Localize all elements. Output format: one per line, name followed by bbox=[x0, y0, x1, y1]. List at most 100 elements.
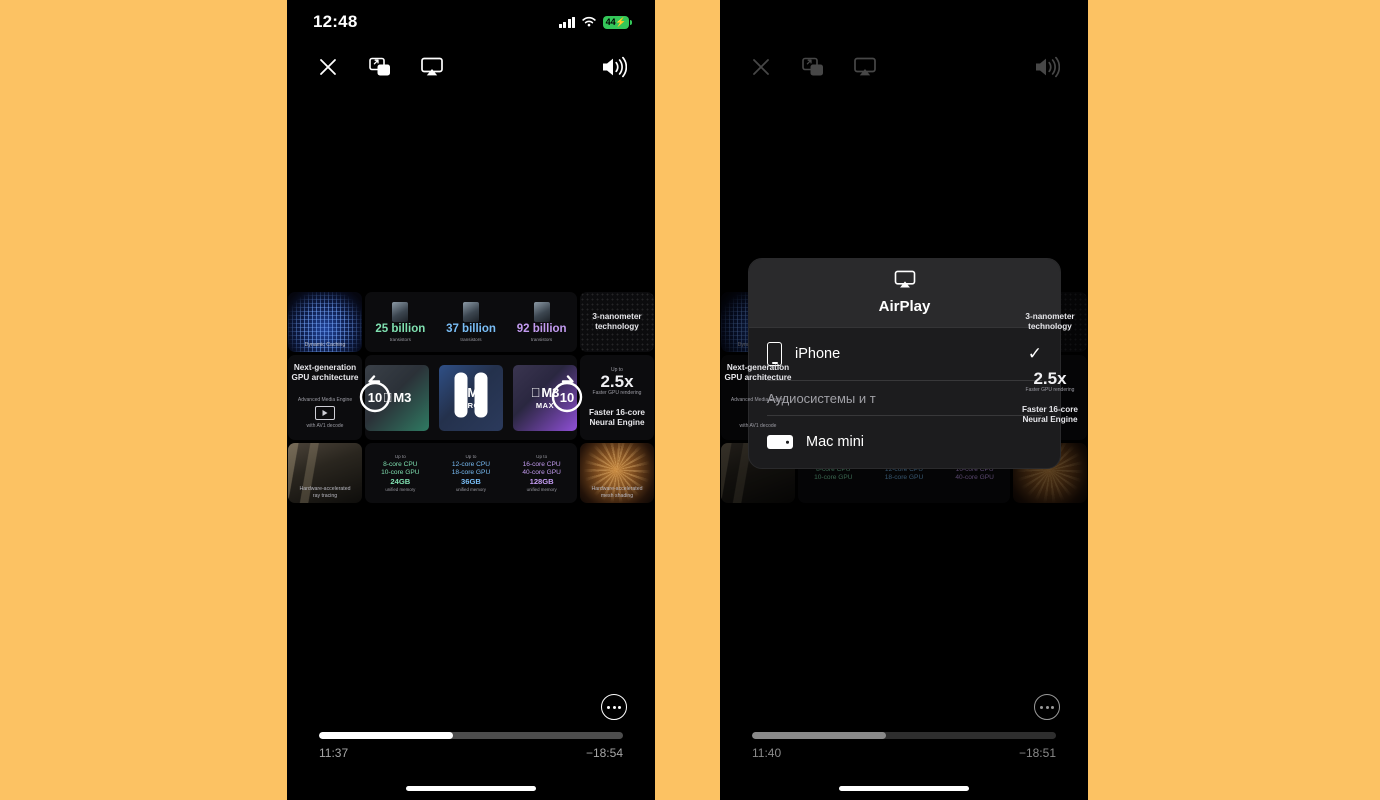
more-options-button[interactable] bbox=[1034, 694, 1060, 720]
tile-title-line1: Next-generation bbox=[726, 363, 790, 372]
scrubber-track[interactable] bbox=[752, 732, 1056, 739]
airplay-icon bbox=[421, 57, 443, 76]
spec-cpu: 16-core CPU bbox=[522, 461, 561, 468]
remaining-time: −18:54 bbox=[585, 746, 623, 760]
list-item: Up to 12-core CPU 18-core GPU 36GB unifi… bbox=[452, 454, 490, 492]
chip-die-icon bbox=[533, 301, 550, 322]
skip-forward-10-icon: 10 bbox=[551, 374, 583, 412]
svg-text:10: 10 bbox=[560, 390, 574, 405]
transistor-count: 37 billion bbox=[446, 322, 496, 335]
airplay-sheet-header: AirPlay bbox=[749, 259, 1060, 328]
tile-title-line2: GPU architecture bbox=[724, 372, 792, 382]
status-bar-time: 12:48 bbox=[313, 12, 358, 31]
spec-memory-sub: unified memory bbox=[526, 487, 557, 492]
pause-bar-left bbox=[454, 372, 468, 417]
scrubber-track[interactable] bbox=[319, 732, 623, 739]
video-surface[interactable]: Dynamic Caching 25 billion transistors 3… bbox=[287, 292, 655, 503]
transistor-count: 92 billion bbox=[516, 322, 567, 335]
remaining-time: −18:51 bbox=[1018, 746, 1056, 760]
close-button[interactable] bbox=[313, 52, 343, 82]
ellipsis-dot bbox=[1045, 705, 1049, 709]
elapsed-time: 11:37 bbox=[319, 746, 349, 760]
elapsed-time: 11:40 bbox=[752, 746, 782, 760]
spec-memory-sub: unified memory bbox=[455, 487, 486, 492]
pause-button[interactable] bbox=[454, 372, 488, 417]
neural-line1: Faster 16-core bbox=[1022, 405, 1078, 415]
cellular-signal-icon bbox=[558, 16, 575, 28]
ellipsis-dot bbox=[618, 705, 621, 709]
spec-memory-sub: unified memory bbox=[385, 487, 416, 492]
ellipsis-dot bbox=[612, 705, 616, 709]
speed-caption: Faster GPU rendering bbox=[592, 390, 642, 397]
list-item: 92 billion transistors bbox=[516, 301, 567, 343]
close-icon bbox=[320, 59, 336, 75]
wifi-icon bbox=[582, 16, 596, 27]
neural-line2: Neural Engine bbox=[1022, 415, 1078, 424]
ellipsis-dot bbox=[607, 705, 610, 709]
airplay-button[interactable] bbox=[417, 52, 447, 82]
playback-scrubber[interactable]: 11:37 −18:54 bbox=[319, 732, 623, 760]
tile-caption: Dynamic Caching bbox=[304, 341, 346, 348]
skip-forward-button[interactable]: 10 bbox=[547, 374, 587, 415]
ellipsis-dot bbox=[1051, 705, 1054, 709]
scrubber-times: 11:40 −18:51 bbox=[752, 746, 1056, 760]
ray-line2: ray tracing bbox=[312, 492, 338, 499]
picture-in-picture-icon bbox=[369, 57, 390, 76]
tile-title-line1: Next-generation bbox=[293, 363, 357, 372]
media-engine-sub: with AV1 decode bbox=[739, 422, 777, 429]
tile-title-line1: 3-nanometer bbox=[1025, 312, 1075, 322]
more-options-button[interactable] bbox=[601, 694, 627, 720]
left-margin bbox=[0, 0, 287, 800]
media-engine-title: Advanced Media Engine bbox=[730, 396, 786, 403]
playback-scrubber[interactable]: 11:40 −18:51 bbox=[752, 732, 1056, 760]
transistor-label: transistors bbox=[531, 337, 553, 343]
volume-button[interactable] bbox=[599, 52, 629, 82]
spec-gpu: 40-core GPU bbox=[522, 469, 561, 476]
pause-bar-right bbox=[474, 372, 488, 417]
skip-back-button[interactable]: 10 bbox=[355, 374, 395, 415]
tile-nanometer-technology: 3-nanometer technology bbox=[580, 292, 654, 352]
home-indicator[interactable] bbox=[406, 786, 536, 791]
lightning-bolt-icon: ⚡ bbox=[615, 16, 627, 27]
tile-mesh-shading: Hardware-accelerated mesh shading bbox=[580, 443, 654, 503]
home-indicator[interactable] bbox=[839, 786, 969, 791]
tile-title-line2: technology bbox=[1028, 322, 1072, 331]
spec-gpu: 10-core GPU bbox=[381, 469, 420, 476]
video-player-screen: 12:48 44 ⚡ Dynamic Caching 25 billion tr… bbox=[287, 0, 655, 800]
spec-cpu: 8-core CPU bbox=[383, 461, 418, 468]
mesh-line2: mesh shading bbox=[600, 492, 634, 499]
spec-row: Up to 8-core CPU 10-core GPU 24GB unifie… bbox=[365, 443, 577, 503]
speed-value: 2.5x bbox=[600, 372, 634, 392]
tile-transistors: 25 billion transistors 37 billion transi… bbox=[365, 292, 577, 352]
volume-high-icon bbox=[603, 56, 627, 78]
device-label: iPhone bbox=[795, 346, 841, 362]
airplay-sheet-title: AirPlay bbox=[878, 298, 931, 315]
tile-title-line1: 3-nanometer bbox=[592, 312, 642, 322]
tile-caption: Hardware-accelerated mesh shading bbox=[580, 486, 654, 499]
transistor-row: 25 billion transistors 37 billion transi… bbox=[365, 292, 577, 352]
tile-title-line2: GPU architecture bbox=[291, 372, 359, 382]
picture-in-picture-button[interactable] bbox=[365, 52, 395, 82]
chip-die-icon bbox=[462, 301, 479, 322]
neural-line2: Neural Engine bbox=[589, 418, 645, 427]
list-item: Up to 16-core CPU 40-core GPU 128GB unif… bbox=[522, 454, 560, 492]
canvas bbox=[0, 0, 1380, 800]
mesh-line1: Hardware-accelerated bbox=[591, 486, 643, 492]
airplay-sheet: AirPlay iPhone ✓ Аудиосистемы и т Mac mi… bbox=[748, 258, 1061, 469]
section-header-speakers: Аудиосистемы и т bbox=[767, 391, 876, 406]
status-bar-indicators: 44 ⚡ bbox=[558, 15, 632, 29]
chip-die-icon bbox=[392, 301, 409, 322]
transistor-count: 25 billion bbox=[375, 322, 426, 335]
device-row-iphone[interactable]: iPhone ✓ bbox=[749, 328, 1060, 380]
airplay-icon bbox=[894, 270, 915, 288]
device-row-mac-mini[interactable]: Mac mini bbox=[749, 416, 1060, 468]
scrubber-progress bbox=[752, 732, 886, 739]
transistor-label: transistors bbox=[460, 337, 482, 343]
checkmark-icon: ✓ bbox=[1027, 344, 1042, 363]
scrubber-progress bbox=[319, 732, 453, 739]
skip-back-10-icon: 10 bbox=[359, 374, 391, 412]
transistor-label: transistors bbox=[389, 337, 411, 343]
spec-cpu: 12-core CPU bbox=[451, 461, 491, 468]
spec-memory: 24GB bbox=[390, 477, 411, 486]
media-engine-sub: with AV1 decode bbox=[306, 422, 344, 429]
